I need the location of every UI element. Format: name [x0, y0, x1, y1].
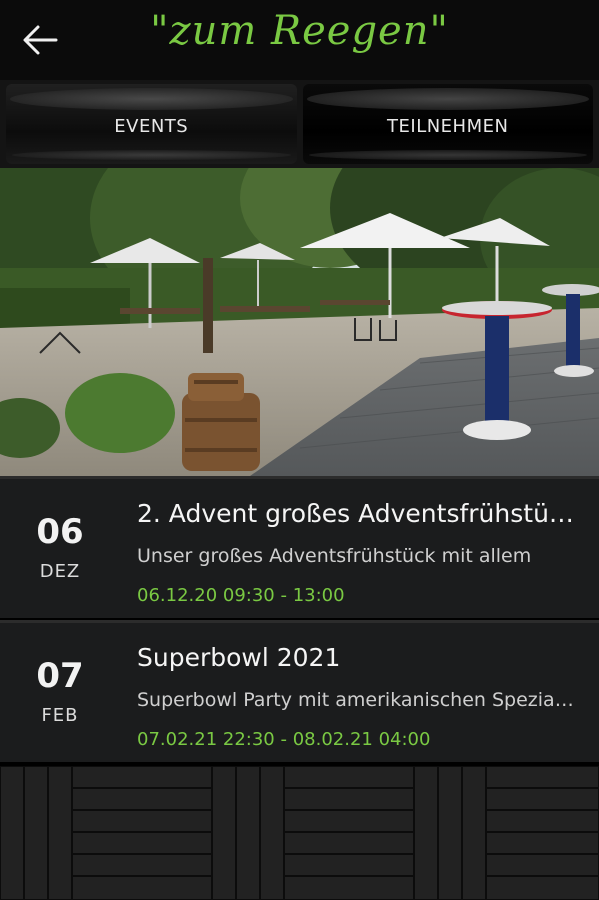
- event-time: 07.02.21 22:30 - 08.02.21 04:00: [137, 729, 431, 750]
- event-month: DEZ: [39, 561, 81, 582]
- tab-bar: EVENTS TEILNEHMEN: [0, 80, 599, 168]
- event-item[interactable]: 07 FEB Superbowl 2021 Superbowl Party mi…: [0, 620, 599, 762]
- tab-events[interactable]: EVENTS: [6, 84, 297, 164]
- event-time: 06.12.20 09:30 - 13:00: [137, 585, 345, 606]
- event-day: 06: [36, 512, 84, 552]
- event-title: 2. Advent großes Adventsfrühstück: [137, 499, 577, 528]
- events-list: 06 DEZ 2. Advent großes Adventsfrühstück…: [0, 476, 599, 762]
- event-month: FEB: [41, 705, 79, 726]
- event-description: Unser großes Adventsfrühstück mit allem: [137, 545, 532, 567]
- tab-teilnehmen[interactable]: TEILNEHMEN: [302, 84, 593, 164]
- event-item[interactable]: 06 DEZ 2. Advent großes Adventsfrühstück…: [0, 476, 599, 618]
- parquet-background: [0, 766, 599, 900]
- hero-image: [0, 168, 599, 476]
- event-date: 07 FEB: [0, 623, 120, 762]
- beer-garden-photo: [0, 168, 599, 476]
- app-bar: "zum Reegen": [0, 0, 599, 80]
- event-description: Superbowl Party mit amerikanischen Spezi…: [137, 689, 577, 711]
- tab-events-label: EVENTS: [114, 115, 189, 137]
- event-title: Superbowl 2021: [137, 643, 341, 672]
- app-title: "zum Reegen": [150, 8, 449, 54]
- event-date: 06 DEZ: [0, 479, 120, 618]
- event-day: 07: [36, 656, 84, 696]
- tab-teilnehmen-label: TEILNEHMEN: [387, 115, 509, 137]
